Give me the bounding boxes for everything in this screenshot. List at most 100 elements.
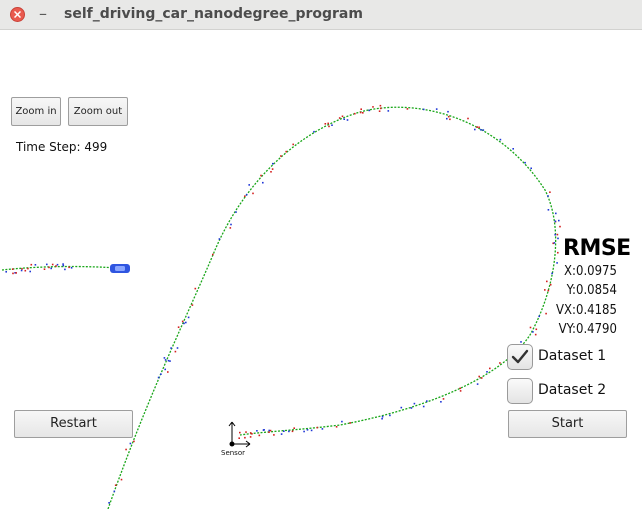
radar-marker <box>512 148 514 150</box>
lidar-marker <box>239 431 241 434</box>
radar-marker <box>283 430 285 432</box>
measurement-markers <box>5 104 561 504</box>
lidar-marker <box>327 122 329 125</box>
dataset-2-label[interactable]: Dataset 2 <box>538 382 606 398</box>
lidar-marker <box>251 433 253 435</box>
radar-marker <box>387 110 390 112</box>
radar-marker <box>129 442 132 445</box>
lidar-marker <box>338 117 341 119</box>
lidar-marker <box>68 266 70 269</box>
lidar-marker <box>354 112 356 115</box>
radar-marker <box>474 128 476 131</box>
radar-marker <box>235 211 237 213</box>
close-button[interactable] <box>10 7 25 22</box>
rmse-x: X:0.0975 <box>548 264 622 279</box>
rmse-vx-value: 0.4185 <box>576 303 617 318</box>
radar-marker <box>62 263 64 265</box>
radar-marker <box>446 117 448 120</box>
radar-marker <box>520 341 522 343</box>
radar-marker <box>160 373 162 375</box>
radar-marker <box>306 429 309 431</box>
radar-marker <box>164 368 166 371</box>
radar-marker <box>62 264 65 267</box>
radar-marker <box>167 359 170 362</box>
lidar-marker <box>55 265 57 267</box>
lidar-marker <box>556 233 559 236</box>
radar-marker <box>530 167 532 170</box>
lidar-marker <box>12 272 14 275</box>
sensor-origin <box>229 441 235 447</box>
start-button[interactable]: Start <box>508 410 627 438</box>
radar-marker <box>187 316 190 319</box>
dataset-1-checkbox[interactable] <box>507 344 533 370</box>
lidar-marker <box>379 104 382 107</box>
lidar-marker <box>125 448 127 451</box>
radar-marker <box>557 237 559 240</box>
lidar-marker <box>546 280 548 283</box>
lidar-marker <box>406 108 409 110</box>
close-icon <box>14 11 21 18</box>
rmse-vx-label: VX: <box>556 303 576 318</box>
lidar-marker <box>467 117 469 120</box>
radar-marker <box>410 407 413 409</box>
minimize-button[interactable]: – <box>36 4 50 24</box>
lidar-marker <box>167 371 169 373</box>
lidar-marker <box>191 304 194 306</box>
lidar-marker <box>174 350 177 353</box>
lidar-marker <box>177 326 180 328</box>
radar-marker <box>554 220 557 223</box>
restart-button[interactable]: Restart <box>14 410 133 438</box>
lidar-marker <box>270 171 272 173</box>
dataset-1-label[interactable]: Dataset 1 <box>538 348 606 364</box>
zoom-in-button[interactable]: Zoom in <box>11 97 61 126</box>
dataset-2-checkbox[interactable] <box>507 378 533 404</box>
radar-marker <box>389 414 391 417</box>
radar-marker <box>113 490 116 493</box>
radar-marker <box>20 269 23 272</box>
radar-marker <box>46 263 48 266</box>
radar-marker <box>447 110 449 113</box>
radar-marker <box>547 195 549 197</box>
radar-marker <box>157 376 160 379</box>
lidar-marker <box>114 484 117 486</box>
radar-marker <box>56 263 59 266</box>
lidar-marker <box>258 434 261 437</box>
lidar-marker <box>181 320 184 323</box>
radar-marker <box>343 118 345 120</box>
radar-marker <box>50 267 52 270</box>
radar-marker <box>280 433 283 435</box>
lidar-marker <box>442 398 445 400</box>
lidar-marker <box>324 123 327 125</box>
window-title: self_driving_car_nanodegree_program <box>64 6 363 22</box>
rmse-vy: VY:0.4790 <box>548 322 622 337</box>
radar-marker <box>164 359 167 361</box>
lidar-marker <box>534 333 537 336</box>
radar-marker <box>368 109 371 112</box>
lidar-marker <box>499 362 501 364</box>
radar-marker <box>400 406 403 409</box>
radar-marker <box>313 130 315 133</box>
lidar-marker <box>30 263 33 266</box>
sensor-label: Sensor <box>221 449 245 457</box>
zoom-out-button[interactable]: Zoom out <box>68 97 128 126</box>
radar-marker <box>381 417 383 420</box>
lidar-marker <box>285 150 287 153</box>
rmse-x-label: X: <box>564 264 576 279</box>
lidar-marker <box>244 195 246 197</box>
window-titlebar: – self_driving_car_nanodegree_program <box>0 0 642 30</box>
radar-marker <box>426 400 428 402</box>
radar-marker <box>413 402 416 405</box>
radar-marker <box>381 415 384 418</box>
radar-marker <box>256 430 258 432</box>
car-window <box>115 266 125 271</box>
lidar-marker <box>21 268 23 270</box>
lidar-marker <box>27 267 29 270</box>
radar-marker <box>70 267 73 269</box>
radar-marker <box>183 322 185 325</box>
lidar-marker <box>269 429 272 432</box>
lidar-marker <box>280 155 282 157</box>
radar-marker <box>346 119 349 121</box>
simulator-canvas[interactable]: Zoom in Zoom out Time Step: 499 RMSE X:0… <box>0 30 642 509</box>
lidar-marker <box>260 174 262 177</box>
lidar-marker <box>379 107 382 110</box>
